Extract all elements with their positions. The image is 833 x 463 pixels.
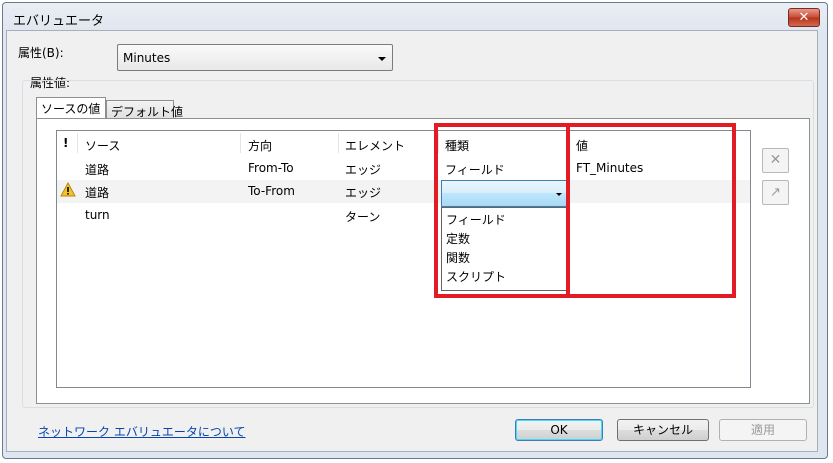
type-column-highlight	[434, 123, 570, 298]
header-divider	[338, 133, 339, 153]
row-direction: From-To	[248, 161, 294, 175]
header-divider	[77, 133, 78, 153]
value-column-highlight	[566, 123, 736, 298]
row-source: 道路	[85, 163, 110, 177]
header-divider	[240, 133, 241, 153]
chevron-down-icon	[378, 57, 386, 61]
tab-source-values[interactable]: ソースの値	[36, 97, 106, 119]
ok-button[interactable]: OK	[515, 419, 603, 441]
window-title: エバリュエータ	[13, 14, 105, 29]
row-element: ターン	[345, 210, 381, 224]
title-bar[interactable]: エバリュエータ ✕	[3, 3, 827, 33]
column-header-source[interactable]: ソース	[85, 137, 120, 154]
row-direction: To-From	[248, 184, 295, 198]
attribute-label: 属性(B):	[18, 46, 64, 60]
row-element: エッジ	[345, 186, 382, 200]
value-properties-button[interactable]: ↗	[762, 180, 789, 205]
column-header-direction[interactable]: 方向	[248, 137, 272, 154]
cancel-button[interactable]: キャンセル	[617, 419, 709, 441]
attribute-select-value: Minutes	[123, 51, 171, 65]
warning-icon	[60, 182, 76, 197]
tab-default-values[interactable]: デフォルト値	[106, 100, 183, 119]
about-evaluators-link[interactable]: ネットワーク エバリュエータについて	[38, 423, 245, 440]
column-header-element[interactable]: エレメント	[345, 137, 405, 154]
column-header-warning[interactable]: !	[63, 136, 68, 150]
clear-value-button[interactable]: ✕	[762, 148, 789, 173]
apply-button[interactable]: 適用	[719, 419, 807, 441]
attribute-select[interactable]: Minutes	[117, 44, 393, 71]
row-element: エッジ	[345, 163, 382, 177]
close-button[interactable]: ✕	[788, 8, 820, 27]
row-source: turn	[85, 208, 110, 222]
row-source: 道路	[85, 186, 110, 200]
